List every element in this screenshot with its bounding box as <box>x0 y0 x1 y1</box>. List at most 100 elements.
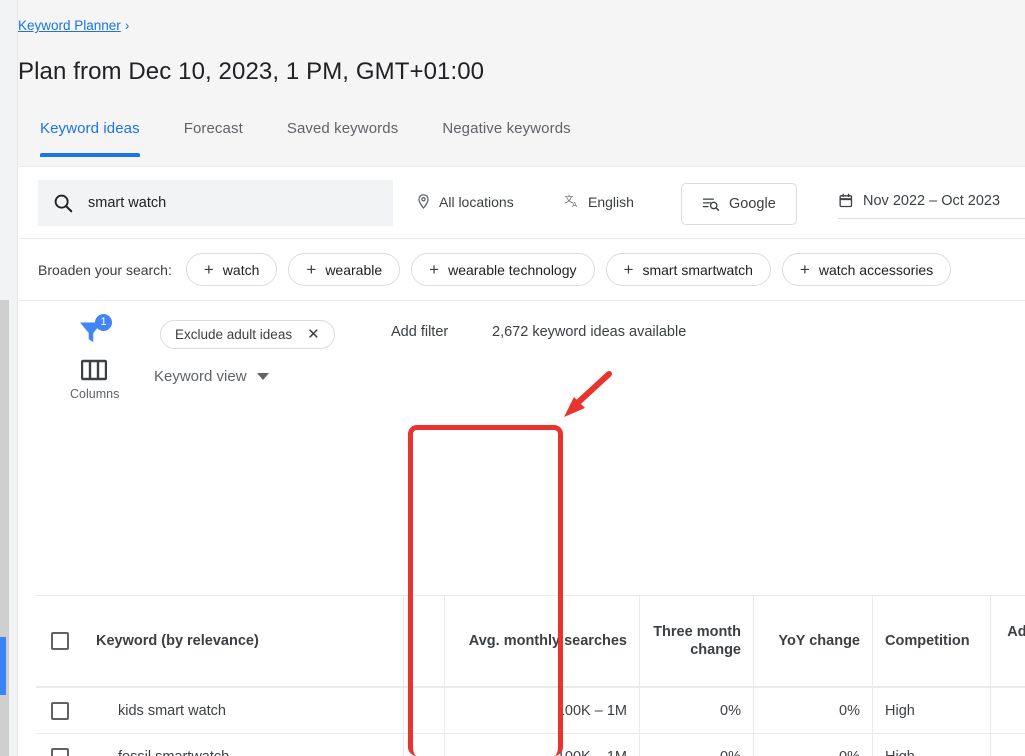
table-toolbar: 1 Exclude adult ideas ✕ Add filter 2,672… <box>18 301 1025 415</box>
keyword-view-dropdown[interactable]: Keyword view <box>154 368 269 385</box>
tab-keyword-ideas[interactable]: Keyword ideas <box>18 120 162 157</box>
cell-avg-monthly-searches: 100K – 1M <box>445 734 640 756</box>
cell-ad-impression-share: – <box>991 734 1025 756</box>
language-selector[interactable]: 文 A English <box>564 193 634 210</box>
tab-negative-keywords[interactable]: Negative keywords <box>420 120 592 157</box>
broaden-chip-label: watch accessories <box>818 261 934 278</box>
locations-selector[interactable]: All locations <box>415 193 514 210</box>
column-header-label: YoY change <box>778 632 860 649</box>
broaden-chip-wearable-technology[interactable]: + wearable technology <box>411 253 595 286</box>
page-header: Keyword Planner › Plan from Dec 10, 2023,… <box>18 0 1025 166</box>
column-header-keyword[interactable]: Keyword (by relevance) <box>84 596 404 686</box>
column-header-label: Ad impression share <box>1007 623 1025 640</box>
row-checkbox[interactable] <box>51 747 69 756</box>
search-input-value: smart watch <box>88 195 167 211</box>
select-all-checkbox[interactable] <box>51 632 69 650</box>
plus-icon: + <box>306 260 317 279</box>
column-header-label: Competition <box>885 632 970 649</box>
broaden-chip-label: watch <box>222 261 260 278</box>
table-header-row: Keyword (by relevance) Avg. monthly sear… <box>36 595 1025 688</box>
search-icon <box>54 194 73 213</box>
select-all-cell <box>36 596 84 686</box>
filter-count-badge: 1 <box>95 314 112 331</box>
cell-yoy-change: 0% <box>754 688 873 733</box>
keyword-ideas-table: Keyword (by relevance) Avg. monthly sear… <box>36 595 1025 756</box>
active-filter-chip[interactable]: Exclude adult ideas ✕ <box>160 320 335 349</box>
cell-keyword[interactable]: kids smart watch <box>84 688 404 733</box>
broaden-chip-watch[interactable]: + watch <box>185 253 278 286</box>
breadcrumb: Keyword Planner › <box>18 18 129 33</box>
left-scrollbar-thumb[interactable] <box>0 637 6 695</box>
svg-text:A: A <box>572 200 577 209</box>
column-header-label: Avg. monthly searches <box>468 632 627 649</box>
filter-funnel-button[interactable]: 1 <box>76 314 112 351</box>
broaden-label: Broaden your search: <box>38 261 172 278</box>
network-selector-button[interactable]: Google <box>681 183 797 225</box>
cell-keyword[interactable]: fossil smartwatch <box>84 734 404 756</box>
tab-saved-keywords[interactable]: Saved keywords <box>265 120 420 157</box>
content-card: smart watch All locations 文 A English Go… <box>18 166 1025 756</box>
add-filter-button[interactable]: Add filter <box>391 324 448 340</box>
cell-ad-impression-share: – <box>991 688 1025 733</box>
breadcrumb-separator: › <box>124 18 130 33</box>
column-header-competition[interactable]: Competition <box>873 596 991 686</box>
columns-button[interactable]: Columns <box>70 359 120 401</box>
page-title: Plan from Dec 10, 2023, 1 PM, GMT+01:00 <box>18 58 485 85</box>
tab-label: Negative keywords <box>442 120 571 137</box>
tab-label: Keyword ideas <box>40 120 140 137</box>
search-input[interactable]: smart watch <box>38 180 393 226</box>
columns-icon <box>81 359 107 381</box>
row-select-cell <box>36 688 84 733</box>
location-pin-icon <box>418 194 429 210</box>
search-row: smart watch All locations 文 A English Go… <box>18 167 1025 239</box>
cell-three-month-change: 0% <box>640 734 754 756</box>
plus-icon: + <box>623 260 634 279</box>
broaden-chip-watch-accessories[interactable]: + watch accessories <box>781 253 952 286</box>
column-header-avg-monthly-searches[interactable]: Avg. monthly searches <box>445 596 640 686</box>
broaden-chip-label: wearable <box>325 261 383 278</box>
broaden-chip-smart-smartwatch[interactable]: + smart smartwatch <box>605 253 771 286</box>
columns-button-label: Columns <box>70 387 120 401</box>
date-range-label: Nov 2022 – Oct 2023 <box>863 192 1001 209</box>
network-label: Google <box>729 196 776 212</box>
tab-forecast[interactable]: Forecast <box>162 120 265 157</box>
locations-label: All locations <box>439 193 514 210</box>
active-filter-label: Exclude adult ideas <box>175 327 293 342</box>
table-row[interactable]: kids smart watch100K – 1M0%0%High– <box>36 688 1025 734</box>
column-header-blank <box>404 596 445 686</box>
column-header-ad-impression-share[interactable]: Ad impression share <box>991 596 1025 686</box>
breadcrumb-keyword-planner[interactable]: Keyword Planner <box>18 18 121 33</box>
tab-label: Forecast <box>183 120 243 137</box>
left-scrollbar-track[interactable] <box>0 300 9 756</box>
cell-three-month-change: 0% <box>640 688 754 733</box>
row-select-cell <box>36 734 84 756</box>
chevron-down-icon <box>256 373 269 380</box>
calendar-icon <box>839 193 853 208</box>
plus-icon: + <box>429 260 440 279</box>
cell-blank <box>404 734 445 756</box>
column-header-label: Keyword (by relevance) <box>96 632 259 649</box>
row-checkbox[interactable] <box>51 701 69 720</box>
keyword-ideas-count: 2,672 keyword ideas available <box>492 324 687 340</box>
keyword-view-label: Keyword view <box>154 368 247 385</box>
language-label: English <box>588 193 634 210</box>
broaden-chip-wearable[interactable]: + wearable <box>288 253 401 286</box>
plus-icon: + <box>203 260 214 279</box>
cell-competition: High <box>873 734 991 756</box>
table-row[interactable]: fossil smartwatch100K – 1M0%0%High– <box>36 734 1025 756</box>
tab-bar: Keyword ideas Forecast Saved keywords Ne… <box>18 120 593 157</box>
keyword-text: kids smart watch <box>118 702 226 719</box>
broaden-chip-label: smart smartwatch <box>642 261 753 278</box>
translate-icon: 文 A <box>564 194 577 209</box>
column-header-yoy-change[interactable]: YoY change <box>754 596 873 686</box>
date-range-selector[interactable]: Nov 2022 – Oct 2023 <box>838 192 1025 219</box>
tab-label: Saved keywords <box>286 120 399 137</box>
column-header-three-month-change[interactable]: Three month change <box>640 596 754 686</box>
search-network-icon <box>702 198 720 212</box>
close-icon[interactable]: ✕ <box>307 327 320 342</box>
cell-yoy-change: 0% <box>754 734 873 756</box>
cell-competition: High <box>873 688 991 733</box>
cell-avg-monthly-searches: 100K – 1M <box>445 688 640 733</box>
table-body: kids smart watch100K – 1M0%0%High–fossil… <box>36 688 1025 756</box>
broaden-your-search-row: Broaden your search: + watch + wearable … <box>18 239 1025 301</box>
